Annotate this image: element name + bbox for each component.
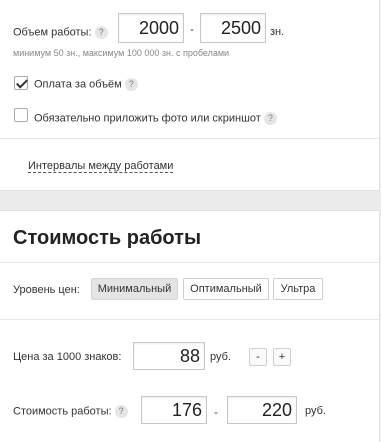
price-per-1000-input[interactable]: 88 <box>133 342 205 370</box>
price-increase-button[interactable]: + <box>273 348 291 366</box>
pay-per-volume-label[interactable]: Оплата за объём <box>34 78 122 90</box>
price-level-minimal-button[interactable]: Минимальный <box>91 278 178 300</box>
work-cost-from-input[interactable]: 176 <box>141 396 207 424</box>
volume-unit: зн. <box>270 26 285 38</box>
volume-hint: минимум 50 зн., максимум 100 000 зн. с п… <box>13 48 230 58</box>
cost-title: Стоимость работы <box>13 227 202 249</box>
divider <box>0 138 380 139</box>
work-cost-help-icon[interactable]: ? <box>114 405 128 418</box>
photo-required-label-wrap: Обязательно приложить фото или скриншот … <box>34 112 277 125</box>
pay-per-volume-help-icon[interactable]: ? <box>124 78 138 91</box>
price-level-label: Уровень цен: <box>13 284 80 296</box>
photo-required-label[interactable]: Обязательно приложить фото или скриншот <box>34 112 261 124</box>
pay-per-volume-label-wrap: Оплата за объём ? <box>34 78 138 91</box>
work-cost-label-wrap: Стоимость работы: ? <box>13 405 128 418</box>
work-cost-to-input[interactable]: 220 <box>227 396 297 424</box>
price-level-ultra-button[interactable]: Ультра <box>273 278 323 300</box>
volume-to-input[interactable]: 2500 <box>200 13 266 43</box>
intervals-link[interactable]: Интервалы между работами <box>28 160 174 173</box>
volume-label: Объем работы: ? <box>13 26 108 39</box>
divider <box>0 319 380 320</box>
volume-from-input[interactable]: 2000 <box>118 13 184 43</box>
price-currency: руб. <box>210 351 231 363</box>
volume-range-dash: - <box>190 22 194 36</box>
photo-required-checkbox[interactable] <box>14 108 28 122</box>
volume-help-icon[interactable]: ? <box>94 26 108 39</box>
photo-required-help-icon[interactable]: ? <box>263 112 277 125</box>
work-cost-range-dash: - <box>214 405 218 419</box>
work-cost-label: Стоимость работы: <box>13 405 112 418</box>
price-level-optimal-button[interactable]: Оптимальный <box>183 278 269 300</box>
work-cost-currency: руб. <box>305 405 326 417</box>
price-decrease-button[interactable]: - <box>249 348 267 366</box>
price-per-1000-label: Цена за 1000 знаков: <box>13 351 122 363</box>
cost-panel: Стоимость работы Уровень цен: Минимальны… <box>0 210 380 442</box>
divider <box>0 262 380 263</box>
work-settings-panel: Объем работы: ? 2000 - 2500 зн. минимум … <box>0 0 380 191</box>
pay-per-volume-checkbox[interactable] <box>14 76 28 90</box>
